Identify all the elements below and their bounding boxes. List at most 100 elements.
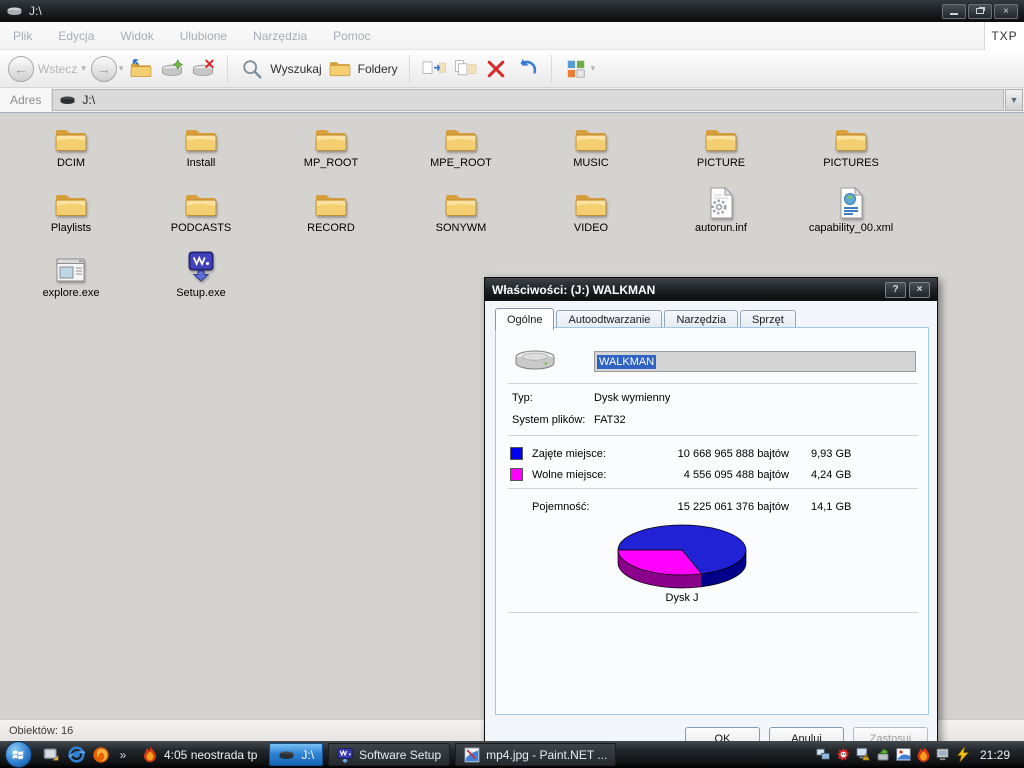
help-button[interactable]: ? — [885, 281, 906, 298]
toolbar-separator — [550, 54, 552, 83]
system-tray: 21:29 — [816, 747, 1024, 762]
menu-item[interactable]: Edycja — [45, 29, 107, 43]
address-input[interactable]: J:\ — [52, 89, 1004, 111]
quick-launch-item[interactable] — [40, 744, 62, 766]
address-dropdown-button[interactable]: ▼ — [1005, 89, 1023, 111]
volume-label-text: WALKMAN — [597, 354, 657, 369]
file-item[interactable]: DCIM — [10, 119, 132, 184]
app-window-icon — [54, 249, 88, 285]
task-button[interactable]: J:\ — [269, 743, 324, 766]
file-item[interactable]: SONYWM — [400, 184, 522, 249]
file-item[interactable]: Install — [140, 119, 262, 184]
copy-to-button[interactable] — [452, 55, 478, 83]
undo-button[interactable] — [514, 55, 540, 83]
menu-item[interactable]: Pomoc — [320, 29, 383, 43]
usage-row: Wolne miejsce: 4 556 095 488 bajtów 4,24… — [510, 464, 851, 485]
tray-item[interactable] — [936, 747, 951, 762]
tray-item[interactable] — [956, 747, 971, 762]
separator — [508, 612, 918, 613]
file-item[interactable]: PODCASTS — [140, 184, 262, 249]
quick-launch-item[interactable] — [65, 744, 87, 766]
object-count: Obiektów: 16 — [9, 724, 74, 737]
up-folder-button[interactable] — [128, 55, 154, 83]
file-label: Playlists — [50, 222, 92, 234]
file-item[interactable]: PICTURES — [790, 119, 912, 184]
tray-item[interactable] — [896, 747, 911, 762]
search-button[interactable]: Wyszukaj — [239, 55, 322, 83]
separator — [508, 488, 918, 489]
forward-caret-icon[interactable]: ▾ — [119, 63, 124, 74]
folder-icon — [313, 184, 349, 220]
tray-item[interactable] — [816, 747, 831, 762]
file-item[interactable]: explore.exe — [10, 249, 132, 314]
menu-item[interactable]: Ulubione — [167, 29, 240, 43]
views-icon — [563, 55, 589, 83]
file-item[interactable]: Playlists — [10, 184, 132, 249]
forward-button[interactable]: → ▾ — [90, 55, 124, 82]
move-to-button[interactable] — [421, 55, 447, 83]
disconnect-drive-button[interactable] — [190, 55, 216, 83]
folder-icon — [573, 184, 609, 220]
folder-icon — [703, 119, 739, 155]
properties-dialog: Właściwości: (J:) WALKMAN ? × Ogólne Auto… — [484, 277, 938, 751]
quick-launch — [40, 744, 112, 766]
file-item[interactable]: capability_00.xml — [790, 184, 912, 249]
file-item[interactable]: autorun.inf — [660, 184, 782, 249]
task-button[interactable]: mp4.jpg - Paint.NET ... — [455, 743, 617, 766]
menu-item[interactable]: Plik — [0, 29, 45, 43]
back-arrow-icon: ← — [8, 55, 34, 82]
file-item[interactable]: MPE_ROOT — [400, 119, 522, 184]
menu-item[interactable]: Narzędzia — [240, 29, 320, 43]
folder-icon — [443, 119, 479, 155]
minimize-button[interactable] — [942, 3, 966, 19]
dialog-close-button[interactable]: × — [909, 281, 930, 298]
theme-badge: TXP — [984, 22, 1024, 50]
capacity-bytes: 15 225 061 376 bajtów — [677, 500, 789, 513]
toolbar-separator — [408, 54, 410, 83]
tray-item[interactable] — [836, 747, 851, 762]
restore-button[interactable] — [968, 3, 992, 19]
dialog-titlebar: Właściwości: (J:) WALKMAN ? × — [485, 278, 937, 301]
window-controls: × — [942, 3, 1018, 19]
file-item[interactable]: Setup.exe — [140, 249, 262, 314]
capacity-label: Pojemność: — [532, 500, 590, 513]
file-label: PICTURE — [696, 157, 746, 169]
views-caret-icon[interactable]: ▾ — [591, 63, 596, 74]
folders-button[interactable]: Foldery — [327, 55, 398, 83]
task-button[interactable]: Software Setup — [328, 743, 451, 766]
file-item[interactable]: RECORD — [270, 184, 392, 249]
folder-icon — [183, 184, 219, 220]
map-drive-button[interactable] — [159, 55, 185, 83]
connection-status-item[interactable]: 4:05 neostrada tp — [134, 743, 269, 766]
toolbar: ← Wstecz ▾ → ▾ Wyszukaj Foldery ▾ — [0, 50, 1024, 88]
file-item[interactable]: MP_ROOT — [270, 119, 392, 184]
back-button[interactable]: ← Wstecz ▾ — [8, 55, 86, 82]
close-button[interactable]: × — [994, 3, 1018, 19]
tray-item[interactable] — [876, 747, 891, 762]
dialog-tab[interactable]: Ogólne — [495, 308, 555, 330]
quick-launch-item[interactable] — [90, 744, 112, 766]
delete-button[interactable] — [483, 55, 509, 83]
file-label: VIDEO — [573, 222, 609, 234]
task-icon — [278, 750, 295, 760]
walkman-setup-icon — [185, 249, 217, 285]
menu-item[interactable]: Widok — [107, 29, 166, 43]
file-item[interactable]: VIDEO — [530, 184, 652, 249]
connection-label: 4:05 neostrada tp — [164, 747, 258, 762]
task-icon — [337, 747, 353, 763]
window-title: J:\ — [29, 4, 42, 18]
file-label: MUSIC — [573, 157, 609, 169]
tray-item[interactable] — [916, 747, 931, 762]
quick-launch-overflow[interactable]: » — [112, 744, 134, 766]
volume-label-input[interactable]: WALKMAN — [594, 351, 916, 372]
views-button[interactable]: ▾ — [563, 55, 596, 83]
folder-icon — [833, 119, 869, 155]
file-item[interactable]: PICTURE — [660, 119, 782, 184]
file-item[interactable]: MUSIC — [530, 119, 652, 184]
tray-item[interactable] — [856, 747, 871, 762]
file-label: Install — [186, 157, 216, 169]
start-button[interactable] — [5, 741, 32, 768]
taskbar: » 4:05 neostrada tp J:\ Software Setup m… — [0, 741, 1024, 768]
back-caret-icon[interactable]: ▾ — [81, 63, 86, 74]
toolbar-separator — [227, 54, 229, 83]
